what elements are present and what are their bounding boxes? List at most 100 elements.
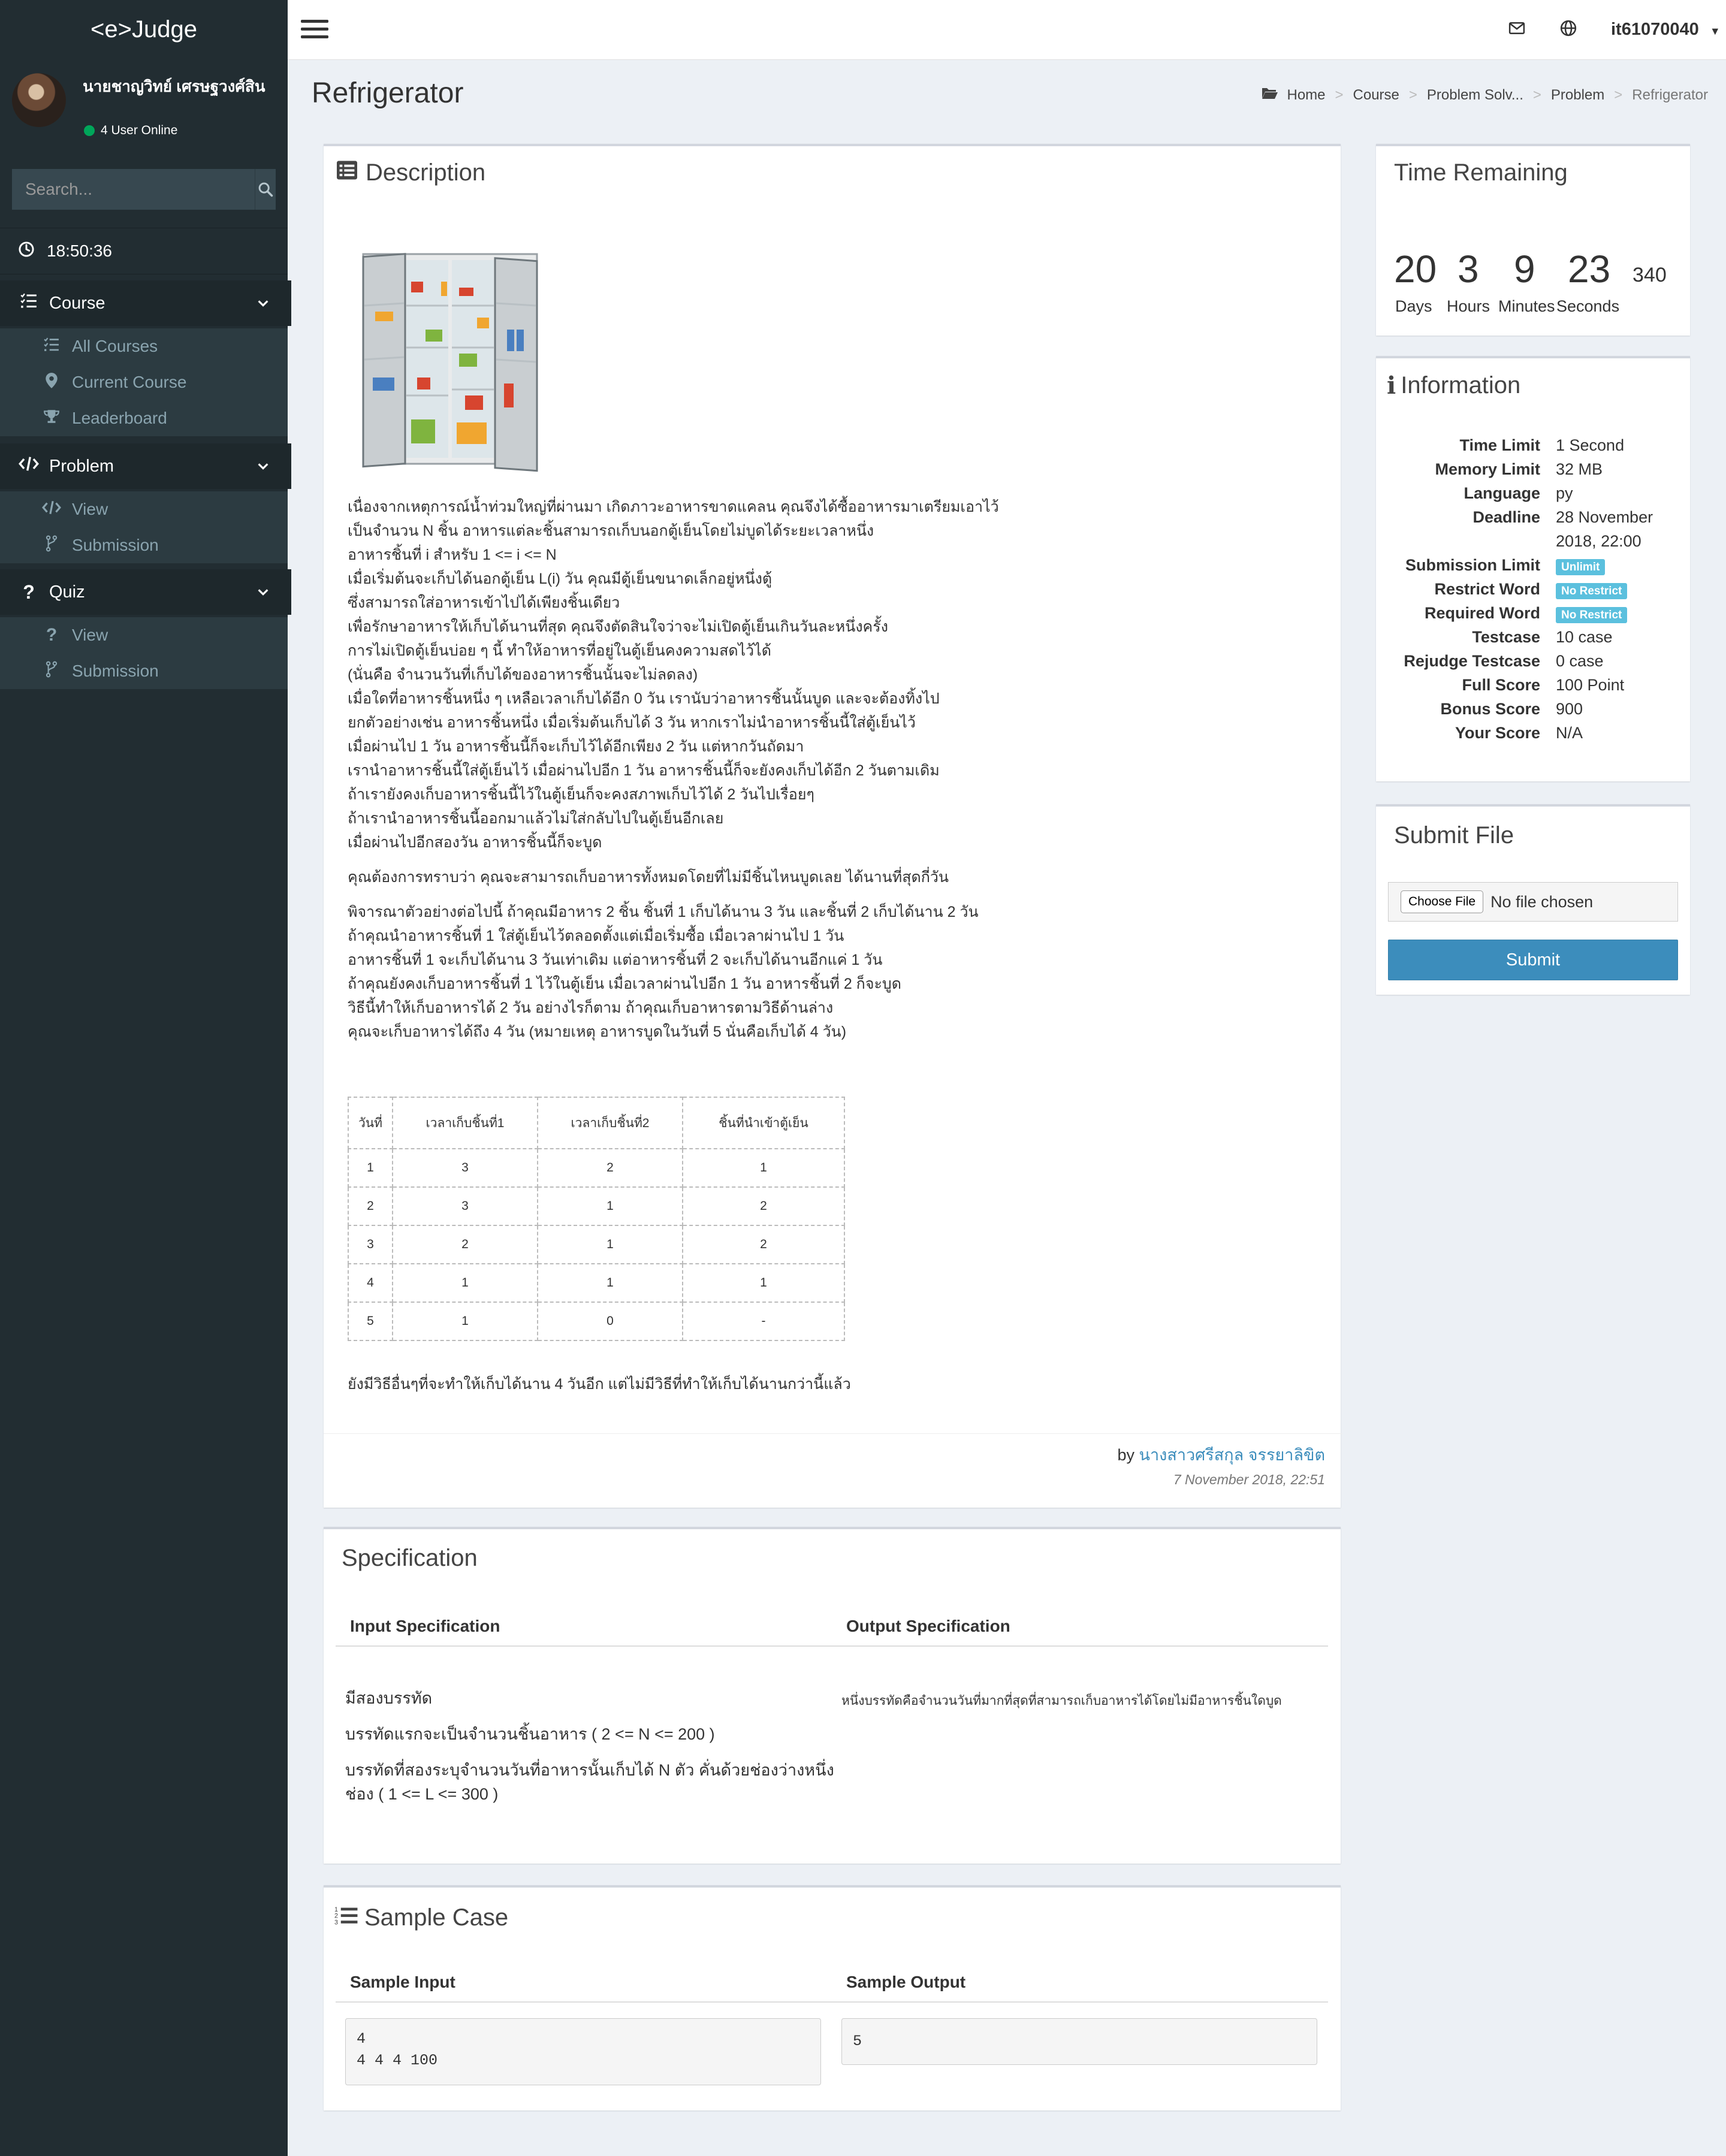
online-status: 4 User Online: [84, 123, 177, 138]
search-icon: [258, 182, 273, 197]
search-input[interactable]: [12, 169, 255, 210]
author-line: by นางสาวศรีสกุล จรรยาลิขิต: [1117, 1442, 1325, 1467]
output-spec-text: หนึ่งบรรทัดคือจำนวนวันที่มากที่สุดที่สาม…: [841, 1694, 1282, 1708]
input-spec-header: Input Specification: [350, 1617, 500, 1635]
description-line: พิจารณาตัวอย่างต่อไปนี้ ถ้าคุณมีอาหาร 2 …: [348, 904, 979, 920]
breadcrumb-separator: >: [1335, 86, 1344, 103]
table-cell: 2: [348, 1186, 393, 1226]
timer-days: 20: [1394, 247, 1437, 291]
info-bonus-score: Bonus Score 900: [1440, 700, 1583, 718]
caret-down-icon: ▼: [1709, 25, 1721, 37]
sidebar-item-all-courses[interactable]: All Courses: [0, 328, 288, 364]
breadcrumb-home[interactable]: Home: [1287, 87, 1325, 104]
tasks-icon: [17, 293, 41, 313]
code-fork-icon: [40, 661, 64, 682]
input-spec-line: บรรทัดที่สองระบุจำนวนวันที่อาหารนั้นเก็บ…: [345, 1761, 834, 1779]
description-line: การไม่เปิดตู้เย็นบ่อย ๆ นี้ ทำให้อาหารที…: [348, 642, 771, 659]
breadcrumb-problem-solving[interactable]: Problem Solv...: [1427, 87, 1523, 104]
description-conclusion: ยังมีวิธีอื่นๆที่จะทำให้เก็บได้นาน 4 วัน…: [348, 1376, 851, 1393]
refrigerator-image: [351, 246, 549, 473]
breadcrumb-current: Refrigerator: [1632, 86, 1708, 103]
envelope-icon[interactable]: [1508, 19, 1526, 40]
time-remaining-box: Time Remaining 20 3 9 23 340 Days Hours …: [1376, 144, 1690, 336]
table-header-row: วันที่ เวลาเก็บชิ้นที่1 เวลาเก็บชิ้นที่2…: [348, 1097, 845, 1149]
description-line: เมื่อผ่านไป 1 วัน อาหารชิ้นนี้ก็จะเก็บไว…: [348, 738, 804, 755]
table-cell: 1: [348, 1148, 393, 1188]
choose-file-button[interactable]: Choose File: [1401, 890, 1484, 913]
table-header-cell: เวลาเก็บชิ้นที่2: [537, 1097, 683, 1149]
description-paragraph-1: เนื่องจากเหตุการณ์น้ำท่วมใหญ่ที่ผ่านมา เ…: [348, 495, 1330, 854]
sidebar-item-current-course[interactable]: Current Course: [0, 364, 288, 400]
submit-file-box: Submit File Choose File No file chosen S…: [1376, 804, 1690, 995]
code-icon: [17, 456, 41, 476]
description-title: Description: [336, 159, 485, 186]
timer-hours: 3: [1458, 247, 1479, 291]
specification-box: Specification Input Specification Output…: [324, 1527, 1341, 1864]
description-line: ยกตัวอย่างเช่น อาหารชิ้นหนึ่ง เมื่อเริ่ม…: [348, 714, 916, 731]
chevron-down-icon: [257, 295, 270, 315]
description-line: เพื่อรักษาอาหารให้เก็บได้นานที่สุด คุณจึ…: [348, 618, 888, 635]
sample-input-block[interactable]: 4 4 4 4 100: [345, 2018, 821, 2085]
table-row: 1321: [348, 1148, 845, 1188]
table-cell: 1: [682, 1148, 845, 1188]
tasks-icon: [40, 337, 64, 356]
description-line: เมื่อใดที่อาหารชิ้นหนึ่ง ๆ เหลือเวลาเก็บ…: [348, 690, 940, 707]
globe-icon[interactable]: [1559, 19, 1577, 40]
question-icon: ?: [23, 581, 35, 603]
search-button[interactable]: [255, 169, 276, 210]
info-rejudge-testcase: Rejudge Testcase 0 case: [1404, 652, 1604, 670]
table-cell: 3: [348, 1225, 393, 1264]
file-input[interactable]: Choose File No file chosen: [1388, 882, 1678, 922]
sidebar-item-problem-submission[interactable]: Submission: [0, 527, 288, 563]
breadcrumb-course[interactable]: Course: [1353, 87, 1399, 104]
sidebar-item-label: View: [72, 500, 108, 518]
table-cell: 1: [537, 1263, 683, 1303]
description-box: Description เนื่องจากเหตุการณ์น้ำท่วมใหญ…: [324, 144, 1342, 1508]
required-word-badge: No Restrict: [1556, 607, 1628, 623]
info-testcase: Testcase 10 case: [1472, 628, 1613, 646]
description-line: (นั่นคือ จำนวนวันที่เก็บได้ของอาหารชิ้นน…: [348, 666, 698, 683]
app-logo[interactable]: <e>Judge: [0, 0, 288, 59]
breadcrumb: Home > Course > Problem Solv... > Proble…: [1262, 86, 1708, 104]
description-line: ถ้าคุณนำอาหารชิ้นที่ 1 ใส่ตู้เย็นไว้ตลอด…: [348, 928, 844, 944]
sidebar-item-label: View: [72, 626, 108, 644]
clock-icon: [18, 241, 35, 262]
sidebar-item-problem-view[interactable]: View: [0, 491, 288, 527]
sample-output-block[interactable]: 5: [841, 2018, 1317, 2065]
chevron-down-icon: [257, 458, 270, 478]
description-line: อาหารชิ้นที่ 1 จะเก็บได้นาน 3 วันเท่าเดิ…: [348, 952, 883, 968]
sidebar-item-quiz-view[interactable]: ? View: [0, 617, 288, 653]
online-status-text: 4 User Online: [101, 123, 178, 137]
table-cell: 2: [537, 1148, 683, 1188]
breadcrumb-separator: >: [1408, 86, 1417, 103]
table-cell: 0: [537, 1302, 683, 1341]
info-deadline: Deadline 28 November: [1472, 508, 1653, 526]
author-link[interactable]: นางสาวศรีสกุล จรรยาลิขิต: [1139, 1446, 1325, 1464]
user-menu[interactable]: it61070040 ▼: [1611, 20, 1721, 40]
breadcrumb-separator: >: [1614, 86, 1623, 103]
sample-header-row: Sample Input Sample Output: [336, 1967, 1328, 2003]
submit-button[interactable]: Submit: [1388, 940, 1678, 980]
input-spec-line: มีสองบรรทัด: [345, 1689, 433, 1707]
table-header-cell: ชิ้นที่นำเข้าตู้เย็น: [682, 1097, 845, 1149]
sample-input-line: 4: [357, 2030, 366, 2048]
output-spec-header: Output Specification: [846, 1617, 1010, 1635]
description-line: คุณจะเก็บอาหารได้ถึง 4 วัน (หมายเหตุ อาห…: [348, 1023, 847, 1040]
sidebar-item-leaderboard[interactable]: Leaderboard: [0, 400, 288, 436]
breadcrumb-problem[interactable]: Problem: [1551, 87, 1604, 104]
sidebar-item-quiz[interactable]: ? Quiz: [0, 569, 291, 615]
list-ol-icon: 123: [334, 1904, 358, 1931]
sidebar-item-label: Current Course: [72, 373, 187, 391]
info-deadline-cont: 2018, 22:00: [1556, 532, 1641, 550]
user-name: นายชาญวิทย์ เศรษฐวงศ์สิน: [83, 77, 265, 95]
restrict-word-badge: No Restrict: [1556, 583, 1628, 599]
sidebar-toggle-icon[interactable]: [301, 20, 328, 43]
sidebar-item-quiz-submission[interactable]: Submission: [0, 653, 288, 689]
question-icon: ?: [46, 625, 58, 645]
sidebar-item-course[interactable]: Course: [0, 280, 291, 326]
specification-header-row: Input Specification Output Specification: [336, 1611, 1328, 1647]
info-full-score: Full Score 100 Point: [1462, 676, 1625, 694]
sidebar-item-label: Course: [49, 293, 105, 313]
sidebar-item-problem[interactable]: Problem: [0, 443, 291, 489]
description-text: เนื่องจากเหตุการณ์น้ำท่วมใหญ่ที่ผ่านมา เ…: [348, 495, 1330, 1044]
